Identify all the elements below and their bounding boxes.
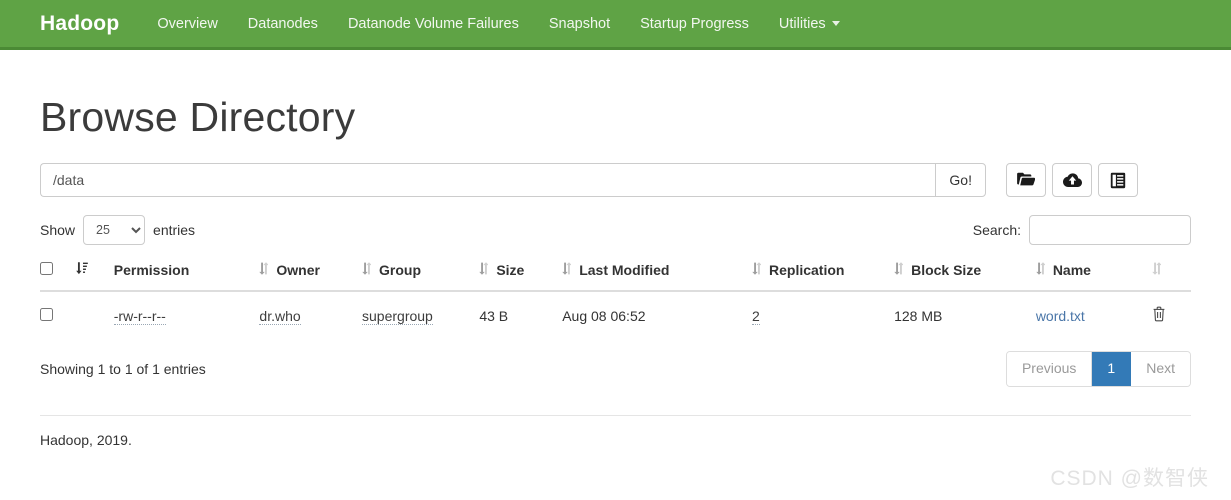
path-input-group: Go! bbox=[40, 163, 986, 197]
header-replication[interactable]: Replication bbox=[752, 255, 895, 292]
header-permission[interactable]: Permission bbox=[113, 255, 260, 292]
table-controls: Show 25 entries Search: bbox=[40, 215, 1191, 245]
replication-value[interactable]: 2 bbox=[752, 307, 760, 325]
sort-both-icon bbox=[1152, 262, 1162, 278]
header-block-size[interactable]: Block Size bbox=[894, 255, 1036, 292]
pagination-previous[interactable]: Previous bbox=[1006, 352, 1093, 386]
header-last-modified-label: Last Modified bbox=[579, 262, 670, 278]
sort-both-icon bbox=[894, 262, 904, 278]
directory-table: Permission Owner Group Size Last Modifie… bbox=[40, 255, 1191, 339]
nav-item-datanode-volume-failures[interactable]: Datanode Volume Failures bbox=[348, 16, 519, 32]
permission-value[interactable]: -rw-r--r-- bbox=[113, 307, 166, 325]
brand-logo[interactable]: Hadoop bbox=[40, 12, 119, 36]
nav-item-startup-progress[interactable]: Startup Progress bbox=[640, 16, 749, 32]
watermark: CSDN @数智侠 bbox=[1050, 467, 1209, 490]
page-footer: Hadoop, 2019. bbox=[40, 431, 132, 448]
cell-owner: dr.who bbox=[259, 290, 363, 339]
header-size-label: Size bbox=[496, 262, 525, 278]
entries-label: entries bbox=[153, 222, 196, 238]
nav-label-utilities: Utilities bbox=[778, 15, 826, 32]
show-entries-control: Show 25 entries bbox=[40, 215, 195, 245]
cut-paste-icon bbox=[1110, 172, 1126, 189]
cell-permission: -rw-r--r-- bbox=[113, 290, 260, 339]
cell-replication: 2 bbox=[752, 290, 895, 339]
header-owner[interactable]: Owner bbox=[259, 255, 363, 292]
nav-label-datanode-volume-failures: Datanode Volume Failures bbox=[347, 15, 519, 32]
file-link[interactable]: word.txt bbox=[1036, 308, 1085, 324]
header-replication-label: Replication bbox=[769, 262, 845, 278]
nav-label-snapshot: Snapshot bbox=[548, 15, 611, 32]
cell-last-modified: Aug 08 06:52 bbox=[562, 290, 752, 339]
row-select-cell bbox=[40, 290, 76, 339]
nav-label-startup-progress: Startup Progress bbox=[640, 15, 749, 32]
header-sort-amount[interactable] bbox=[75, 255, 114, 292]
header-group-label: Group bbox=[379, 262, 422, 278]
path-input[interactable] bbox=[40, 163, 936, 197]
cell-group: supergroup bbox=[362, 290, 480, 339]
pagination: Previous 1 Next bbox=[1005, 351, 1191, 387]
owner-value[interactable]: dr.who bbox=[259, 307, 301, 325]
header-actions bbox=[1152, 255, 1191, 292]
search-label: Search: bbox=[972, 222, 1021, 238]
path-action-buttons bbox=[1006, 163, 1138, 197]
group-value[interactable]: supergroup bbox=[362, 307, 433, 325]
sort-both-icon bbox=[479, 262, 490, 278]
table-footer: Showing 1 to 1 of 1 entries Previous 1 N… bbox=[40, 351, 1191, 387]
search-input[interactable] bbox=[1029, 215, 1191, 245]
header-owner-label: Owner bbox=[276, 262, 320, 278]
row-checkbox[interactable] bbox=[40, 307, 53, 321]
trash-icon bbox=[1152, 306, 1166, 325]
page-container: Browse Directory Go! bbox=[0, 94, 1231, 448]
path-bar: Go! bbox=[40, 163, 1191, 197]
upload-button[interactable] bbox=[1052, 163, 1092, 197]
header-block-size-label: Block Size bbox=[911, 262, 982, 278]
cell-name: word.txt bbox=[1035, 290, 1153, 339]
nav-item-snapshot[interactable]: Snapshot bbox=[549, 16, 610, 32]
nav-item-overview[interactable]: Overview bbox=[157, 16, 217, 32]
sort-both-icon bbox=[752, 262, 762, 278]
show-label: Show bbox=[40, 222, 76, 238]
header-name-label: Name bbox=[1052, 262, 1091, 278]
pagination-page-1[interactable]: 1 bbox=[1092, 352, 1132, 386]
cell-block-size: 128 MB bbox=[894, 290, 1036, 339]
table-body: -rw-r--r-- dr.who supergroup 43 B Aug 08… bbox=[40, 290, 1191, 339]
upload-icon bbox=[1062, 172, 1082, 188]
header-size[interactable]: Size bbox=[479, 255, 563, 292]
delete-button[interactable] bbox=[1152, 306, 1166, 325]
header-name[interactable]: Name bbox=[1035, 255, 1153, 292]
nav-label-overview: Overview bbox=[157, 15, 218, 32]
sort-both-icon bbox=[362, 262, 372, 278]
footer-divider bbox=[40, 414, 1191, 416]
new-folder-icon bbox=[1017, 172, 1035, 188]
header-group[interactable]: Group bbox=[362, 255, 480, 292]
chevron-down-icon bbox=[831, 21, 840, 26]
cut-paste-button[interactable] bbox=[1098, 163, 1138, 197]
select-all-checkbox[interactable] bbox=[40, 262, 53, 275]
nav-label-datanodes: Datanodes bbox=[247, 15, 318, 32]
header-permission-label: Permission bbox=[113, 262, 190, 278]
table-header-row: Permission Owner Group Size Last Modifie… bbox=[40, 255, 1191, 292]
go-button[interactable]: Go! bbox=[935, 163, 986, 197]
sort-both-icon bbox=[1036, 262, 1046, 278]
pagination-next[interactable]: Next bbox=[1131, 352, 1190, 386]
new-folder-button[interactable] bbox=[1006, 163, 1046, 197]
page-length-select[interactable]: 25 bbox=[83, 215, 146, 245]
cell-size: 43 B bbox=[479, 290, 563, 339]
table-row[interactable]: -rw-r--r-- dr.who supergroup 43 B Aug 08… bbox=[40, 290, 1191, 339]
header-select-all bbox=[40, 255, 76, 292]
main-navbar: Hadoop Overview Datanodes Datanode Volum… bbox=[0, 0, 1231, 50]
row-spacer-cell bbox=[75, 290, 114, 339]
search-control: Search: bbox=[973, 215, 1191, 245]
cell-actions bbox=[1152, 290, 1191, 339]
header-last-modified[interactable]: Last Modified bbox=[562, 255, 752, 292]
page-title: Browse Directory bbox=[40, 94, 356, 140]
sort-both-icon bbox=[562, 262, 572, 278]
nav-item-utilities[interactable]: Utilities bbox=[779, 16, 840, 32]
sort-both-icon bbox=[259, 262, 270, 278]
table-head: Permission Owner Group Size Last Modifie… bbox=[40, 255, 1191, 292]
sort-amount-down-icon bbox=[75, 262, 88, 278]
nav-item-datanodes[interactable]: Datanodes bbox=[248, 16, 318, 32]
table-info: Showing 1 to 1 of 1 entries bbox=[40, 360, 206, 377]
